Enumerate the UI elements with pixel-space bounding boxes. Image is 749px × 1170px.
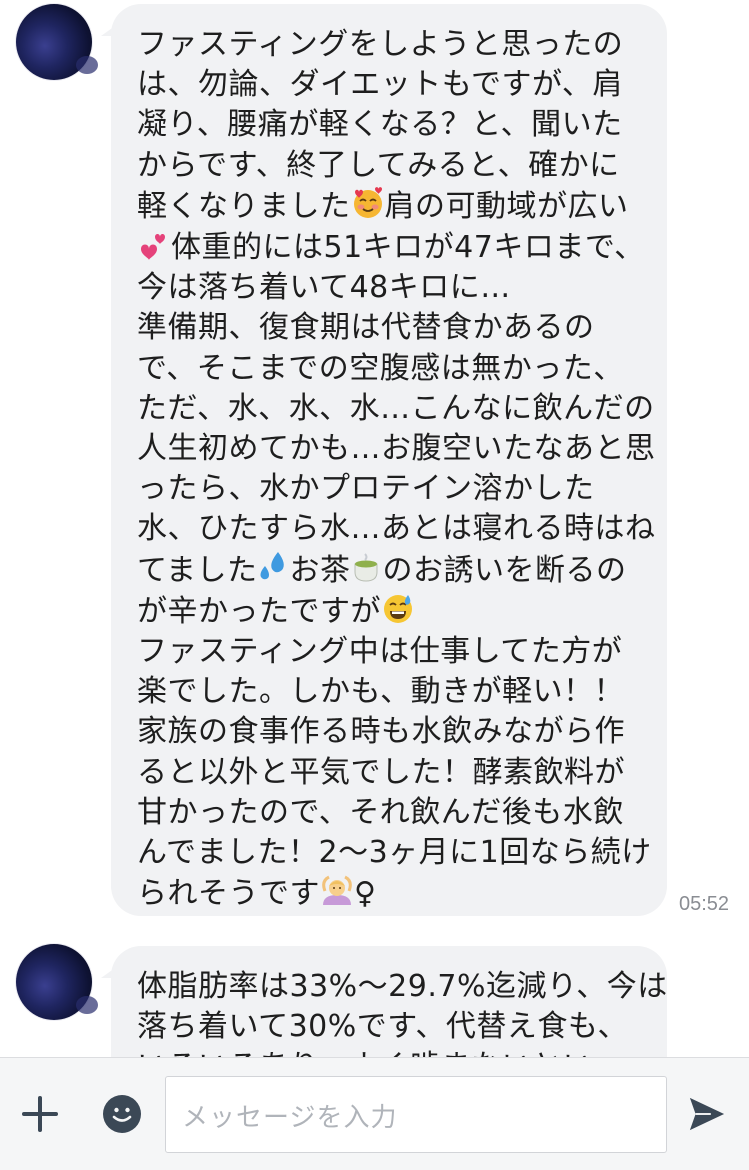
message-line: 体重的には51キロが47キロまで、 — [137, 227, 644, 268]
message-bubble[interactable]: 体脂肪率は33%〜29.7%迄減り、今は 落ち着いて30%です、代替え食も、 い… — [101, 946, 668, 1057]
message-line: 人生初めてかも…お腹空いたなあと思 — [137, 431, 656, 467]
smiling-face-with-hearts-icon — [353, 186, 382, 218]
message-line: ファスティング中は仕事してた方が — [137, 634, 623, 670]
message-composer: メッセージを入力 — [0, 1057, 749, 1170]
message-line: 体脂肪率は33%〜29.7%迄減り、今は — [137, 969, 668, 1004]
message-line: てました お茶 のお誘いを断るの — [137, 550, 641, 591]
message-line: ったら、水かプロテイン溶かした — [137, 471, 595, 507]
message-line: ファスティングをしようと思ったの — [137, 27, 624, 62]
message-line: 凝り、腰痛が軽くなる？と、聞いた — [137, 107, 623, 143]
smiley-icon[interactable] — [103, 1095, 141, 1133]
message-line: が辛かったですが — [137, 591, 641, 632]
smiley-face-glyph — [112, 1107, 132, 1122]
message-line: られそうです ♀ — [137, 873, 641, 914]
message-timestamp: 05:52 — [679, 893, 730, 915]
plus-icon[interactable] — [22, 1096, 58, 1132]
message-line: 家族の食事作る時も水飲みながら作 — [137, 714, 625, 750]
woman-gesturing-ok-icon — [322, 875, 352, 906]
message-bubble[interactable]: ファスティングをしようと思ったの は、勿論、ダイエットもですが、肩 凝り、腰痛が… — [101, 4, 667, 916]
message-input[interactable]: メッセージを入力 — [165, 1076, 667, 1153]
chat-area[interactable]: ファスティングをしようと思ったの は、勿論、ダイエットもですが、肩 凝り、腰痛が… — [0, 0, 749, 1057]
message-line: 今は落ち着いて48キロに… — [137, 270, 511, 306]
message-line: 準備期、復食期は代替食かあるの — [137, 310, 595, 346]
sender-avatar[interactable] — [16, 944, 98, 1020]
grinning-sweat-icon — [384, 594, 412, 623]
message-line: いろいろあり、よく噛まないとい — [137, 1047, 641, 1057]
message-line: 水、ひたすら水…あとは寝れる時はね — [137, 511, 656, 547]
message-line: んでました！2〜3ヶ月に1回なら続け — [137, 835, 652, 871]
teacup-icon — [354, 552, 377, 582]
send-icon[interactable] — [688, 1095, 726, 1133]
sender-avatar[interactable] — [16, 4, 98, 80]
message-line: で、そこまでの空腹感は無かった、 — [137, 350, 624, 386]
message-line: は、勿論、ダイエットもですが、肩 — [137, 67, 623, 103]
message-line: 甘かったので、それ飲んだ後も水飲 — [137, 794, 624, 830]
two-hearts-icon — [141, 234, 165, 261]
message-line: ただ、水、水、水…こんなに飲んだの — [137, 390, 655, 426]
message-line: からです、終了してみると、確かに — [137, 147, 620, 183]
sweat-droplets-icon — [260, 551, 284, 579]
message-line: 軽くなりました 肩の可動域が広い — [137, 186, 641, 227]
message-line: 落ち着いて30%です、代替え食も、 — [137, 1009, 628, 1045]
message-line: ると以外と平気でした！酵素飲料が — [137, 754, 625, 790]
message-line: 楽でした。しかも、動きが軽い！！ — [137, 674, 625, 710]
